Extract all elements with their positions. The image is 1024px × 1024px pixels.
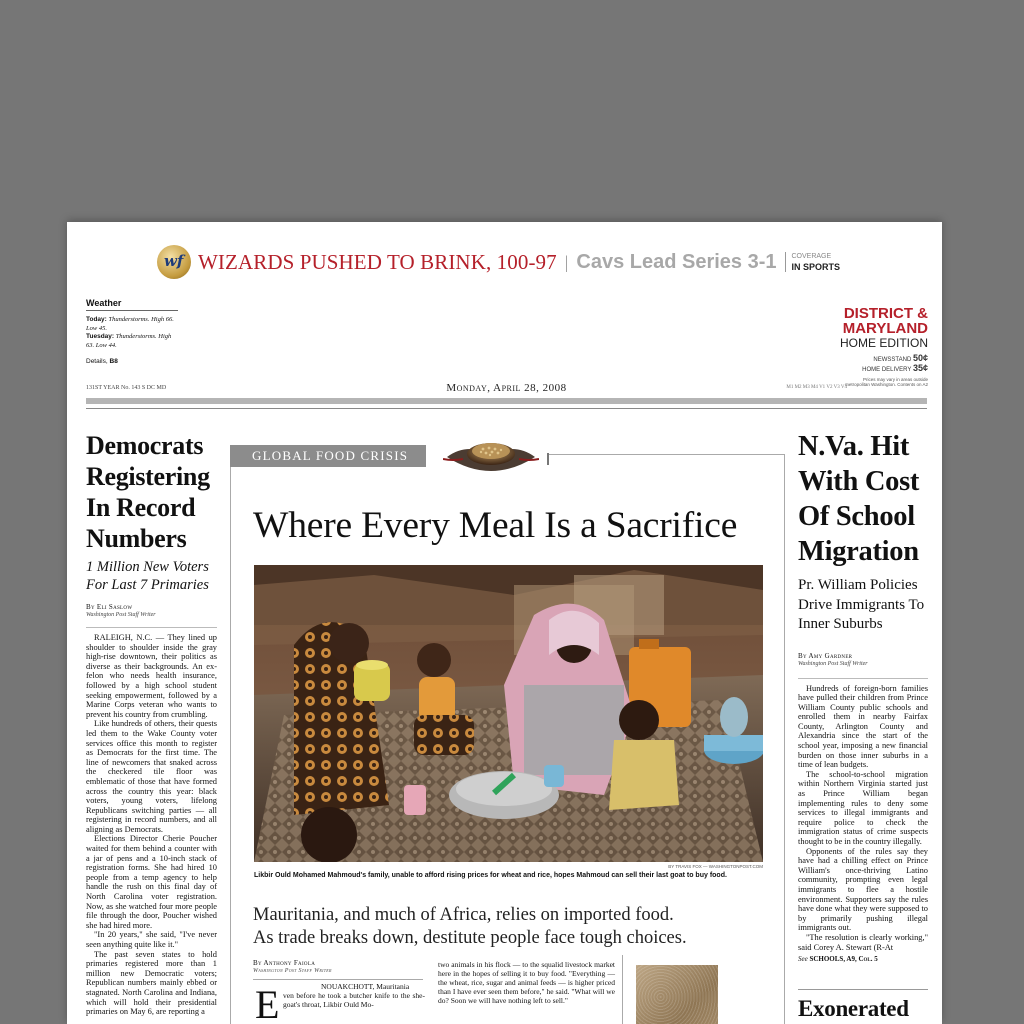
teaser-subhead: Cavs Lead Series 3-1 <box>576 250 777 273</box>
weather-today-label: Today: <box>86 316 107 323</box>
left-paragraph: The past seven states to hold primaries … <box>86 949 217 1017</box>
weather-tuesday: Tuesday: Thunderstorms. High 63. Low 44. <box>86 333 178 350</box>
lead-byline: By Anthony Faiola <box>253 959 316 967</box>
lead-byline-box: By Anthony Faiola Washington Post Staff … <box>253 959 423 980</box>
sports-logo-icon <box>157 245 191 279</box>
left-paragraph: Like hundreds of others, their quests le… <box>86 719 217 834</box>
weather-details-label: Details, <box>86 358 108 365</box>
photo-caption: Likbir Ould Mohamed Mahmoud's family, un… <box>254 872 727 879</box>
jump-target: SCHOOLS, A9, Col. 5 <box>809 955 878 964</box>
weather-box: Weather Today: Thunderstorms. High 66. L… <box>86 298 178 367</box>
family-photo-illustration <box>254 565 763 862</box>
jump-prefix: See <box>798 955 808 964</box>
edition-name: HOME EDITION <box>839 336 928 350</box>
edition-box: DISTRICT & MARYLAND HOME EDITION NEWSSTA… <box>838 306 928 387</box>
lead-story-package: GLOBAL FOOD CRISIS Where Every Meal Is a… <box>230 443 785 1024</box>
left-byline: By Eli Saslow <box>86 603 133 611</box>
lead-body-col1: ven before he took a butcher knife to th… <box>283 991 425 1009</box>
grain-in-hands-icon <box>443 443 539 471</box>
lead-staff: Washington Post Staff Writer <box>253 968 332 974</box>
masthead-rule-thin <box>86 408 927 409</box>
lead-headline[interactable]: Where Every Meal Is a Sacrifice <box>253 504 737 547</box>
weather-today: Today: Thunderstorms. High 66. Low 45. <box>86 316 178 333</box>
home-delivery-value: 35¢ <box>912 363 928 373</box>
left-paragraph: RALEIGH, N.C. — They lined up shoulder t… <box>86 633 217 719</box>
right-paragraph: Hundreds of foreign-born families have p… <box>798 683 928 770</box>
coverage-section: IN SPORTS <box>791 262 841 272</box>
left-paragraph: "In 20 years," she said, "I've never see… <box>86 930 217 949</box>
coverage-label: COVERAGE <box>791 253 832 260</box>
zone-codes: M1 M2 M3 M4 V1 V2 V3 V4 <box>786 385 847 390</box>
lead-photo[interactable] <box>254 565 763 862</box>
edition-region-1: DISTRICT & <box>843 305 928 322</box>
lead-deck-line: Mauritania, and much of Africa, relies o… <box>253 905 674 925</box>
newsstand-label: NEWSSTAND <box>873 357 912 363</box>
section-kicker: GLOBAL FOOD CRISIS <box>230 445 426 467</box>
right-headline[interactable]: N.Va. Hit With Cost Of School Migration <box>798 429 928 569</box>
right-story[interactable]: N.Va. Hit With Cost Of School Migration … <box>798 429 928 963</box>
newspaper-front-page: WIZARDS PUSHED TO BRINK, 100-97 | Cavs L… <box>67 222 942 1024</box>
right-paragraph: "The resolution is clearly working," sai… <box>798 932 928 952</box>
lead-body-col2: two animals in his flock — to the squali… <box>438 960 615 1005</box>
folio-line: 131ST YEAR No. 143 S DC MD Monday, April… <box>86 382 927 394</box>
next-headline[interactable]: Exonerated <box>798 996 909 1022</box>
right-staff: Washington Post Staff Writer <box>798 660 868 667</box>
right-byline: By Amy Gardner <box>798 651 853 660</box>
masthead-rule-thick <box>86 398 927 404</box>
teaser-headline: WIZARDS PUSHED TO BRINK, 100-97 <box>198 249 557 274</box>
left-body: RALEIGH, N.C. — They lined up shoulder t… <box>86 627 217 1017</box>
weather-title: Weather <box>86 298 178 311</box>
left-staff: Washington Post Staff Writer <box>86 612 156 618</box>
goat-market-thumbnail[interactable] <box>636 965 718 1024</box>
left-headline[interactable]: Democrats Registering In Record Numbers <box>86 430 217 554</box>
right-column-divider <box>798 989 928 990</box>
home-delivery-label: HOME DELIVERY <box>862 367 912 373</box>
lead-dropcap: E <box>255 982 280 1024</box>
column-rule <box>622 955 623 1024</box>
edition-region-2: MARYLAND <box>842 320 928 337</box>
sports-teaser[interactable]: WIZARDS PUSHED TO BRINK, 100-97 | Cavs L… <box>157 244 840 280</box>
home-delivery-price: HOME DELIVERY 35¢ <box>838 364 928 374</box>
right-paragraph: The school-to-school migration within No… <box>798 769 928 846</box>
left-paragraph: Elections Director Cherie Poucher waited… <box>86 834 217 930</box>
weather-details: Details, B8 <box>86 358 178 367</box>
weather-tuesday-label: Tuesday: <box>86 333 115 340</box>
right-body: Hundreds of foreign-born families have p… <box>798 677 928 953</box>
lead-dateline: NOUAKCHOTT, Mauritania <box>321 982 410 991</box>
kicker-tick <box>547 453 549 465</box>
lead-deck: Mauritania, and much of Africa, relies o… <box>253 904 773 950</box>
teaser-coverage: COVERAGE IN SPORTS <box>784 252 841 272</box>
photo-credit: BY TRAVIS FOX — WASHINGTONPOST.COM <box>668 864 763 869</box>
jump-reference[interactable]: See SCHOOLS, A9, Col. 5 <box>798 955 928 963</box>
newsstand-value: 50¢ <box>912 353 928 363</box>
teaser-separator: | <box>564 251 569 272</box>
left-deck: 1 Million New Voters For Last 7 Primarie… <box>86 559 209 593</box>
right-deck: Pr. William Policies Drive Immigrants To… <box>798 577 925 632</box>
weather-details-page: B8 <box>109 358 118 365</box>
right-paragraph: Opponents of the rules say they have had… <box>798 846 928 933</box>
left-story[interactable]: Democrats Registering In Record Numbers … <box>86 430 217 1017</box>
lead-deck-line: As trade breaks down, destitute people f… <box>253 928 687 948</box>
